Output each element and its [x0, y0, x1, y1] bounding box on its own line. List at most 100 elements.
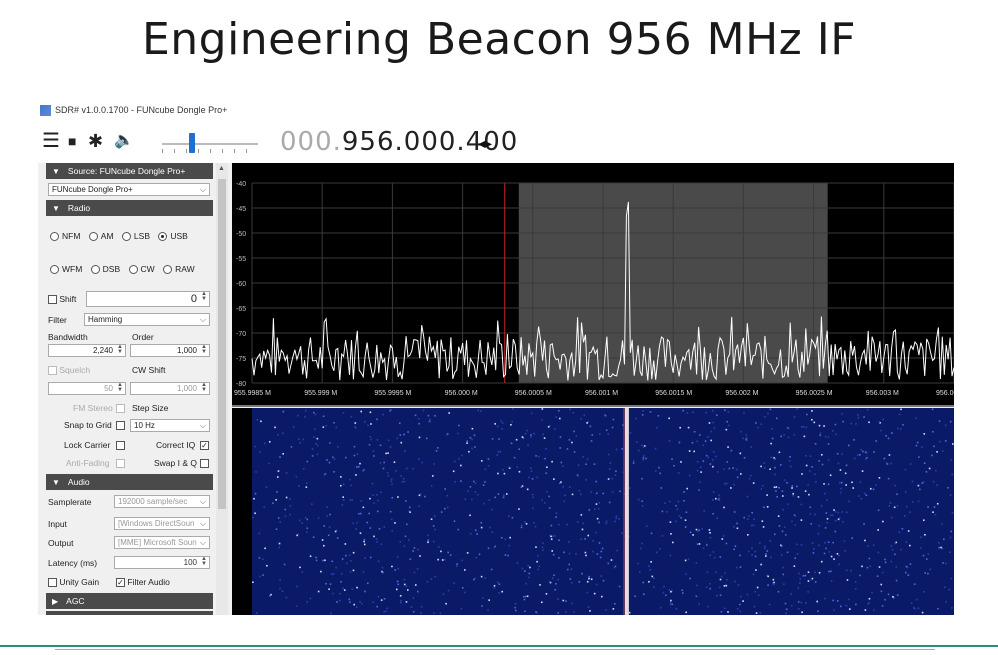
waterfall-dot	[688, 474, 691, 477]
waterfall-dot	[733, 525, 735, 528]
squelch-checkbox[interactable]: Squelch	[48, 365, 90, 376]
gear-icon[interactable]: ✱	[88, 131, 103, 151]
snap-checkbox[interactable]	[116, 420, 125, 431]
toolbar: ☰ ■ ✱ 🔈 000.956.000.400 ◂▸	[38, 119, 954, 163]
waterfall-dot	[662, 591, 665, 594]
fmstereo-checkbox[interactable]	[116, 403, 125, 414]
scroll-up-icon[interactable]: ▲	[218, 165, 225, 172]
spinner-icon[interactable]: ▲ ▼	[201, 344, 207, 355]
scrollbar-thumb[interactable]	[218, 179, 226, 509]
latency-input[interactable]: 100 ▲ ▼	[114, 556, 210, 569]
shift-checkbox[interactable]: Shift	[48, 294, 76, 305]
waterfall-dot	[610, 559, 613, 561]
mode-nfm[interactable]: NFM	[50, 231, 80, 242]
waterfall-dot	[788, 460, 791, 462]
mode-usb[interactable]: USB	[158, 231, 188, 242]
y-tick-label: -50	[236, 231, 246, 238]
section-radio[interactable]: ▼ Radio	[46, 200, 213, 216]
waterfall-dot	[541, 499, 543, 502]
antifading-checkbox[interactable]	[116, 458, 125, 469]
waterfall-dot	[828, 570, 830, 573]
swapiq-checkbox[interactable]	[200, 458, 209, 469]
bandwidth-input[interactable]: 2,240 ▲ ▼	[48, 344, 126, 357]
cwshift-input[interactable]: 1,000 ▲ ▼	[130, 382, 210, 395]
spinner-icon[interactable]: ▲ ▼	[201, 556, 207, 567]
x-tick-label: 956.0025 M	[796, 390, 833, 397]
panel-scrollbar[interactable]: ▲	[216, 163, 228, 615]
waterfall-dot	[580, 417, 582, 420]
mode-raw[interactable]: RAW	[163, 264, 195, 275]
samplerate-select[interactable]: 192000 sample/sec ⌵	[114, 495, 210, 508]
waterfall-dot	[580, 514, 583, 516]
squelch-input[interactable]: 50 ▲ ▼	[48, 382, 126, 395]
waterfall-dot	[581, 528, 584, 531]
waterfall-dot	[682, 409, 684, 412]
correctiq-checkbox[interactable]: ✓	[200, 440, 209, 451]
waterfall-dot	[860, 448, 863, 451]
unitygain-checkbox[interactable]: Unity Gain	[48, 577, 99, 588]
mode-wfm[interactable]: WFM	[50, 264, 82, 275]
lockcarrier-checkbox[interactable]	[116, 440, 125, 451]
waterfall-dot	[811, 410, 813, 412]
filteraudio-checkbox[interactable]: ✓ Filter Audio	[116, 577, 170, 588]
waterfall-dot	[552, 553, 555, 556]
waterfall-dot	[865, 458, 867, 460]
waterfall-dot	[809, 506, 812, 509]
waterfall-dot	[913, 583, 916, 585]
waterfall-dot	[341, 504, 344, 506]
waterfall-dot	[256, 612, 258, 614]
spinner-icon[interactable]: ▲ ▼	[117, 344, 123, 355]
waterfall-dot	[755, 612, 758, 614]
waterfall-dot	[372, 494, 374, 497]
waterfall-dot	[268, 440, 271, 443]
waterfall-dot	[323, 544, 325, 547]
section-source[interactable]: ▼ Source: FUNcube Dongle Pro+	[46, 163, 213, 179]
y-tick-label: -70	[236, 331, 246, 338]
waterfall-dot	[632, 462, 635, 464]
volume-slider[interactable]	[189, 133, 195, 153]
mode-dsb[interactable]: DSB	[90, 264, 120, 275]
waterfall-dot	[878, 477, 881, 479]
mode-am[interactable]: AM	[88, 231, 114, 242]
spectrum-display[interactable]: -40 -45 -50 -55 -60 -65 -70 -75 -80 955.9985 M 955…	[232, 163, 954, 407]
waterfall-dot	[792, 492, 795, 495]
section-audio[interactable]: ▼ Audio	[46, 474, 213, 490]
waterfall-dot	[751, 554, 753, 556]
waterfall-dot	[671, 458, 673, 460]
waterfall-display[interactable]	[232, 408, 954, 615]
mode-cw[interactable]: CW	[128, 264, 155, 275]
waterfall-dot	[878, 566, 881, 568]
spinner-icon[interactable]: ▲ ▼	[117, 382, 123, 393]
waterfall-dot	[344, 543, 347, 545]
menu-icon[interactable]: ☰	[42, 131, 60, 151]
input-select[interactable]: [Windows DirectSoun ⌵	[114, 517, 210, 530]
waterfall-dot	[685, 573, 687, 575]
waterfall-dot	[698, 434, 701, 436]
waterfall-dot	[561, 465, 564, 468]
waterfall-dot	[336, 537, 339, 539]
waterfall-dot	[276, 476, 279, 478]
frequency-arrows-icon[interactable]: ◂▸	[478, 135, 492, 152]
waterfall-dot	[716, 517, 719, 519]
order-input[interactable]: 1,000 ▲ ▼	[130, 344, 210, 357]
section-agc[interactable]: ▶ AGC	[46, 593, 213, 609]
section-next[interactable]	[46, 611, 213, 615]
waterfall-dot	[548, 580, 551, 583]
speaker-icon[interactable]: 🔈	[114, 131, 134, 151]
shift-input[interactable]: 0 ▲ ▼	[86, 291, 210, 307]
waterfall-dot	[277, 434, 279, 436]
waterfall-dot	[927, 506, 929, 508]
spinner-icon[interactable]: ▲ ▼	[201, 291, 207, 302]
waterfall-dot	[949, 536, 952, 539]
waterfall-dot	[642, 410, 644, 412]
x-tick-label: 956.001 M	[585, 390, 618, 397]
spinner-icon[interactable]: ▲ ▼	[201, 382, 207, 393]
mode-lsb[interactable]: LSB	[121, 231, 150, 242]
device-select[interactable]: FUNcube Dongle Pro+ ⌵	[48, 183, 210, 196]
waterfall-dot	[302, 468, 305, 470]
filter-select[interactable]: Hamming ⌵	[84, 313, 210, 326]
waterfall-dot	[480, 521, 483, 524]
output-select[interactable]: [MME] Microsoft Soun ⌵	[114, 536, 210, 549]
stepsize-select[interactable]: 10 Hz ⌵	[130, 419, 210, 432]
stop-icon[interactable]: ■	[68, 131, 76, 151]
